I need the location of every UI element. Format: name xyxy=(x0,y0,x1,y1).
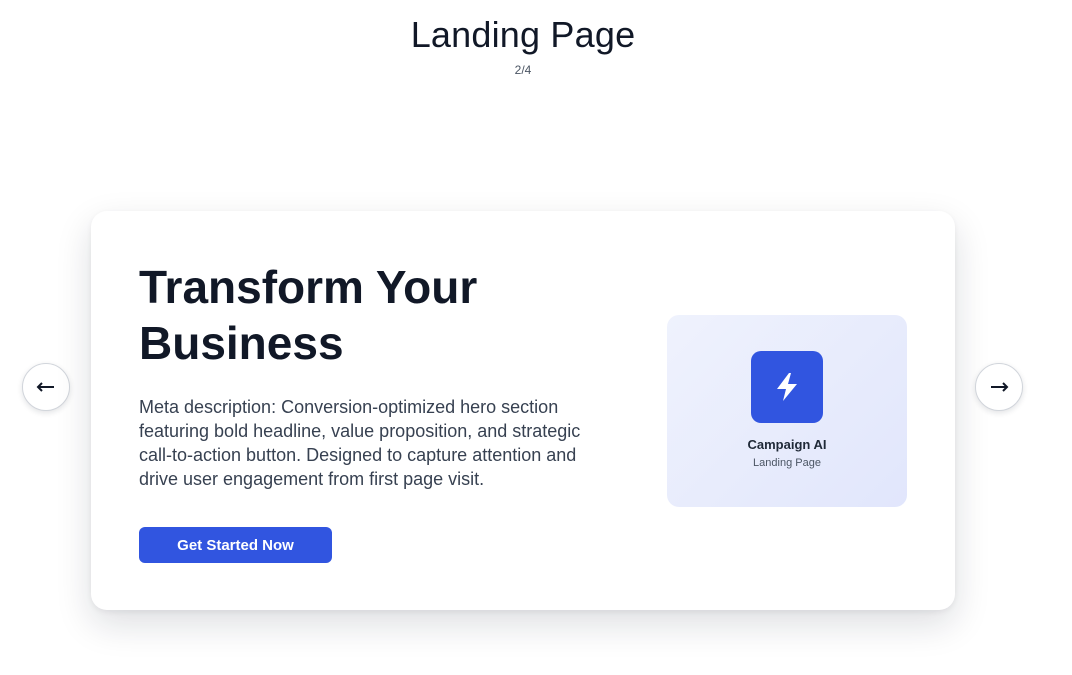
preview-icon-tile xyxy=(751,351,823,423)
slide-card: Transform Your Business Meta description… xyxy=(91,211,955,610)
next-slide-button[interactable] xyxy=(975,363,1023,411)
hero-headline: Transform Your Business xyxy=(139,261,478,369)
hero-description: Meta description: Conversion-optimized h… xyxy=(139,397,581,489)
get-started-button[interactable]: Get Started Now xyxy=(139,527,332,563)
preview-title: Campaign AI xyxy=(747,437,827,452)
arrow-right-icon xyxy=(991,382,1009,392)
arrow-left-icon xyxy=(36,382,54,392)
page-title: Landing Page xyxy=(410,14,636,55)
carousel-page: Landing Page 2/4 Transform Your Business… xyxy=(0,0,1072,675)
lightning-bolt-icon xyxy=(777,373,797,401)
previous-slide-button[interactable] xyxy=(22,363,70,411)
preview-panel: Campaign AI Landing Page xyxy=(667,315,907,507)
slide-counter: 2/4 xyxy=(514,63,532,77)
preview-subtitle: Landing Page xyxy=(753,457,821,469)
